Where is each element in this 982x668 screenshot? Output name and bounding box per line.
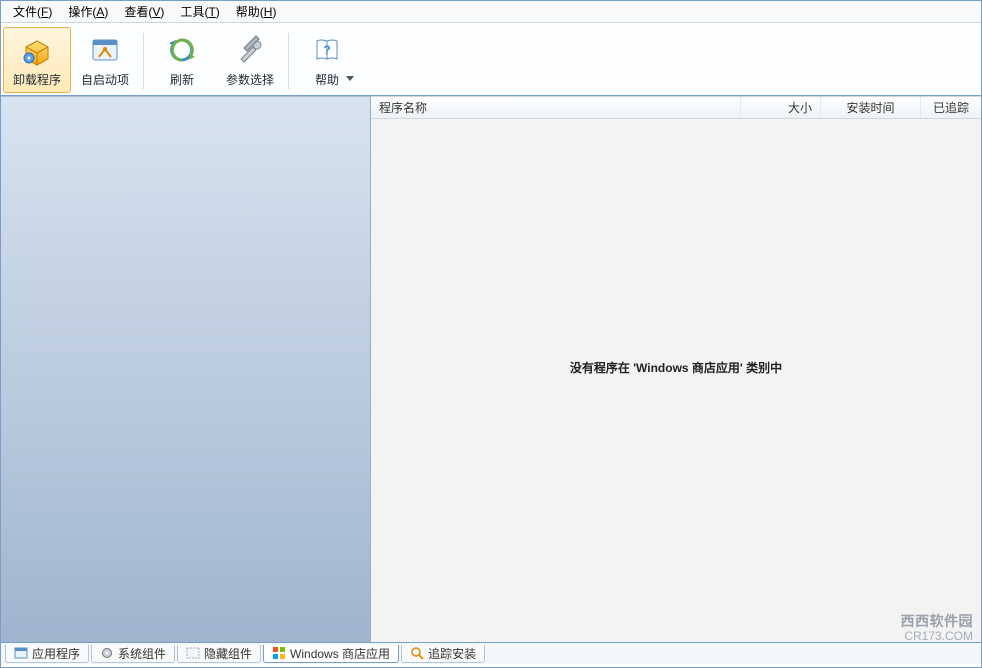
tab-label: 应用程序 <box>32 645 80 662</box>
tab-label: 追踪安装 <box>428 645 476 662</box>
startup-window-icon <box>87 32 123 68</box>
column-program-name[interactable]: 程序名称 <box>371 97 741 118</box>
bottom-tab-bar: 应用程序 系统组件 隐藏组件 Windows 商店应用 追踪安装 <box>1 642 981 664</box>
tab-track-install[interactable]: 追踪安装 <box>401 645 485 663</box>
hidden-window-icon <box>186 646 200 660</box>
toolbar: 卸载程序 自启动项 <box>1 23 981 96</box>
help-book-icon: ? <box>309 32 345 68</box>
uninstall-programs-label: 卸载程序 <box>13 71 61 88</box>
uninstall-programs-button[interactable]: 卸载程序 <box>3 27 71 93</box>
content-area: 程序名称 大小 安装时间 已追踪 没有程序在 'Windows 商店应用' 类别… <box>1 96 981 642</box>
column-size[interactable]: 大小 <box>741 97 821 118</box>
startup-items-button[interactable]: 自启动项 <box>71 27 139 93</box>
column-headers: 程序名称 大小 安装时间 已追踪 <box>371 97 981 119</box>
menu-help[interactable]: 帮助(H) <box>228 1 285 22</box>
tools-icon <box>232 32 268 68</box>
windows-store-icon <box>272 646 286 660</box>
menu-bar: 文件(F) 操作(A) 查看(V) 工具(T) 帮助(H) <box>1 1 981 23</box>
tab-label: 系统组件 <box>118 645 166 662</box>
menu-tools[interactable]: 工具(T) <box>172 1 227 22</box>
options-button[interactable]: 参数选择 <box>216 27 284 93</box>
chevron-down-icon <box>346 70 354 84</box>
menu-view[interactable]: 查看(V) <box>116 1 172 22</box>
magnifier-icon <box>410 646 424 660</box>
box-uninstall-icon <box>19 32 55 68</box>
sidebar-panel <box>1 96 371 642</box>
tab-system-components[interactable]: 系统组件 <box>91 645 175 663</box>
refresh-label: 刷新 <box>170 71 194 88</box>
program-list-panel: 程序名称 大小 安装时间 已追踪 没有程序在 'Windows 商店应用' 类别… <box>371 96 981 642</box>
refresh-icon <box>164 32 200 68</box>
column-install-time[interactable]: 安装时间 <box>821 97 921 118</box>
toolbar-separator <box>288 33 289 89</box>
column-tracked[interactable]: 已追踪 <box>921 97 981 118</box>
refresh-button[interactable]: 刷新 <box>148 27 216 93</box>
gear-icon <box>100 646 114 660</box>
window-icon <box>14 646 28 660</box>
startup-items-label: 自启动项 <box>81 71 129 88</box>
tab-hidden-components[interactable]: 隐藏组件 <box>177 645 261 663</box>
tab-label: Windows 商店应用 <box>290 645 390 662</box>
help-label: 帮助 <box>315 71 339 88</box>
toolbar-separator <box>143 33 144 89</box>
tab-windows-store[interactable]: Windows 商店应用 <box>263 645 399 663</box>
options-label: 参数选择 <box>226 71 274 88</box>
help-button[interactable]: ? 帮助 <box>293 27 361 93</box>
tab-applications[interactable]: 应用程序 <box>5 645 89 663</box>
menu-file[interactable]: 文件(F) <box>5 1 60 22</box>
tab-label: 隐藏组件 <box>204 645 252 662</box>
empty-state-message: 没有程序在 'Windows 商店应用' 类别中 <box>371 359 981 376</box>
menu-action[interactable]: 操作(A) <box>60 1 116 22</box>
svg-text:?: ? <box>323 43 330 57</box>
